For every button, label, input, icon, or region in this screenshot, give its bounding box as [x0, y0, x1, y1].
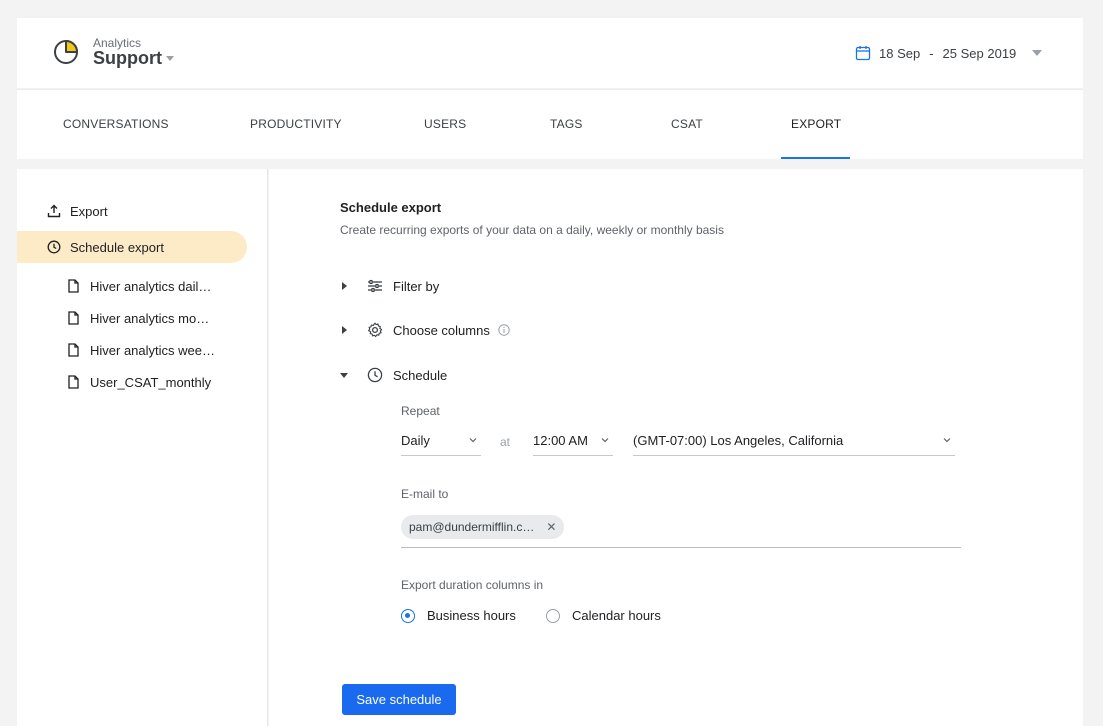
schedule-export-panel: Schedule export Create recurring exports…	[269, 169, 1083, 726]
clock-icon	[47, 240, 61, 254]
date-separator: -	[929, 45, 934, 61]
expand-icon	[342, 326, 347, 334]
scheduled-export-label: Hiver analytics wee…	[90, 342, 215, 358]
radio-selected-icon	[401, 608, 415, 623]
calendar-icon	[855, 46, 871, 61]
chevron-down-icon	[601, 438, 609, 443]
collapse-icon	[340, 372, 348, 378]
sidebar-item-label: Schedule export	[70, 239, 164, 255]
info-icon[interactable]	[498, 324, 510, 336]
radio-calendar-hours[interactable]: Calendar hours	[546, 608, 661, 623]
radio-unselected-icon	[546, 608, 560, 623]
schedule-section[interactable]: Schedule	[340, 367, 447, 383]
tab-conversations[interactable]: CONVERSATIONS	[63, 117, 169, 131]
section-label: Choose columns	[393, 322, 490, 338]
export-sidebar: Export Schedule export Hiver analytics d…	[17, 169, 268, 726]
workspace-name: Support	[93, 48, 162, 68]
filter-by-section[interactable]: Filter by	[340, 278, 439, 294]
file-icon	[68, 343, 79, 357]
file-icon	[68, 311, 79, 325]
active-tab-indicator	[781, 157, 850, 159]
section-label: Filter by	[393, 278, 440, 294]
radio-label: Calendar hours	[572, 608, 661, 623]
file-icon	[68, 279, 79, 293]
repeat-select[interactable]: Daily	[401, 426, 481, 456]
page-title: Schedule export	[340, 200, 442, 215]
tab-bar: CONVERSATIONS PRODUCTIVITY USERS TAGS CS…	[17, 89, 1083, 159]
at-label: at	[500, 435, 511, 449]
filter-sliders-icon	[368, 279, 382, 293]
radio-business-hours[interactable]: Business hours	[401, 608, 516, 623]
chevron-down-icon	[1032, 50, 1043, 56]
email-chip-label: pam@dundermifflin.c…	[409, 520, 535, 534]
timezone-select[interactable]: (GMT-07:00) Los Angeles, California	[633, 426, 955, 456]
page-subtitle: Create recurring exports of your data on…	[340, 223, 724, 237]
save-schedule-button[interactable]: Save schedule	[342, 684, 456, 715]
time-value: 12:00 AM	[533, 433, 588, 448]
chevron-down-icon	[469, 438, 477, 443]
tab-csat[interactable]: CSAT	[671, 117, 703, 131]
upload-icon	[47, 204, 61, 218]
section-label: Schedule	[393, 367, 448, 383]
timezone-value: (GMT-07:00) Los Angeles, California	[633, 433, 844, 448]
scheduled-export-item[interactable]: Hiver analytics wee…	[67, 340, 215, 360]
time-select[interactable]: 12:00 AM	[533, 426, 613, 456]
tab-users[interactable]: USERS	[424, 117, 466, 131]
scheduled-export-label: User_CSAT_monthly	[90, 374, 212, 390]
sidebar-item-schedule-export[interactable]: Schedule export	[17, 231, 247, 263]
date-end: 25 Sep 2019	[942, 45, 1017, 61]
scheduled-export-item[interactable]: Hiver analytics mo…	[67, 308, 209, 328]
sidebar-item-export[interactable]: Export	[17, 195, 108, 227]
workspace-switcher[interactable]: Support	[93, 48, 174, 69]
sidebar-item-label: Export	[70, 203, 108, 219]
clock-icon	[367, 367, 383, 383]
close-icon[interactable]: ✕	[546, 520, 556, 534]
scheduled-export-label: Hiver analytics mo…	[90, 310, 210, 326]
gear-icon	[368, 322, 383, 338]
email-recipients-input[interactable]: pam@dundermifflin.c… ✕	[401, 515, 961, 548]
repeat-value: Daily	[401, 433, 430, 448]
app-header: Analytics Support 18 Sep - 25 Sep 2019	[17, 18, 1083, 88]
chevron-down-icon	[166, 56, 174, 61]
tab-tags[interactable]: TAGS	[550, 117, 583, 131]
radio-label: Business hours	[427, 608, 516, 623]
file-icon	[68, 375, 79, 389]
analytics-logo-icon	[54, 40, 78, 64]
scheduled-export-item[interactable]: User_CSAT_monthly	[67, 372, 211, 392]
expand-icon	[342, 282, 347, 290]
scheduled-export-item[interactable]: Hiver analytics dail…	[67, 276, 211, 296]
chevron-down-icon	[943, 438, 951, 443]
tab-productivity[interactable]: PRODUCTIVITY	[250, 117, 342, 131]
date-start: 18 Sep	[879, 45, 921, 61]
email-label: E-mail to	[401, 487, 449, 501]
scheduled-export-label: Hiver analytics dail…	[90, 278, 212, 294]
date-range-picker[interactable]: 18 Sep - 25 Sep 2019	[855, 45, 1043, 61]
tab-export[interactable]: EXPORT	[791, 117, 841, 131]
duration-label: Export duration columns in	[401, 578, 544, 592]
repeat-label: Repeat	[401, 404, 440, 418]
email-chip: pam@dundermifflin.c… ✕	[401, 515, 565, 539]
choose-columns-section[interactable]: Choose columns	[340, 322, 510, 338]
